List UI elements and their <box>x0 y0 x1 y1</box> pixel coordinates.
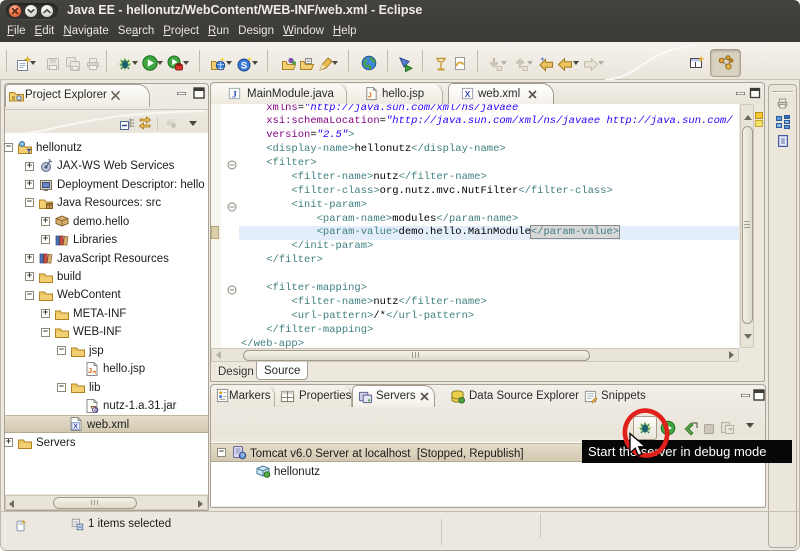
svg-text:⚙: ⚙ <box>94 407 99 414</box>
svg-text:J: J <box>368 92 372 99</box>
svg-text:J: J <box>88 366 92 375</box>
svg-text:X: X <box>73 424 78 431</box>
svg-text:S: S <box>241 61 247 72</box>
svg-text:J: J <box>232 90 237 100</box>
svg-text:?: ? <box>241 454 244 460</box>
svg-text:X: X <box>465 89 471 99</box>
